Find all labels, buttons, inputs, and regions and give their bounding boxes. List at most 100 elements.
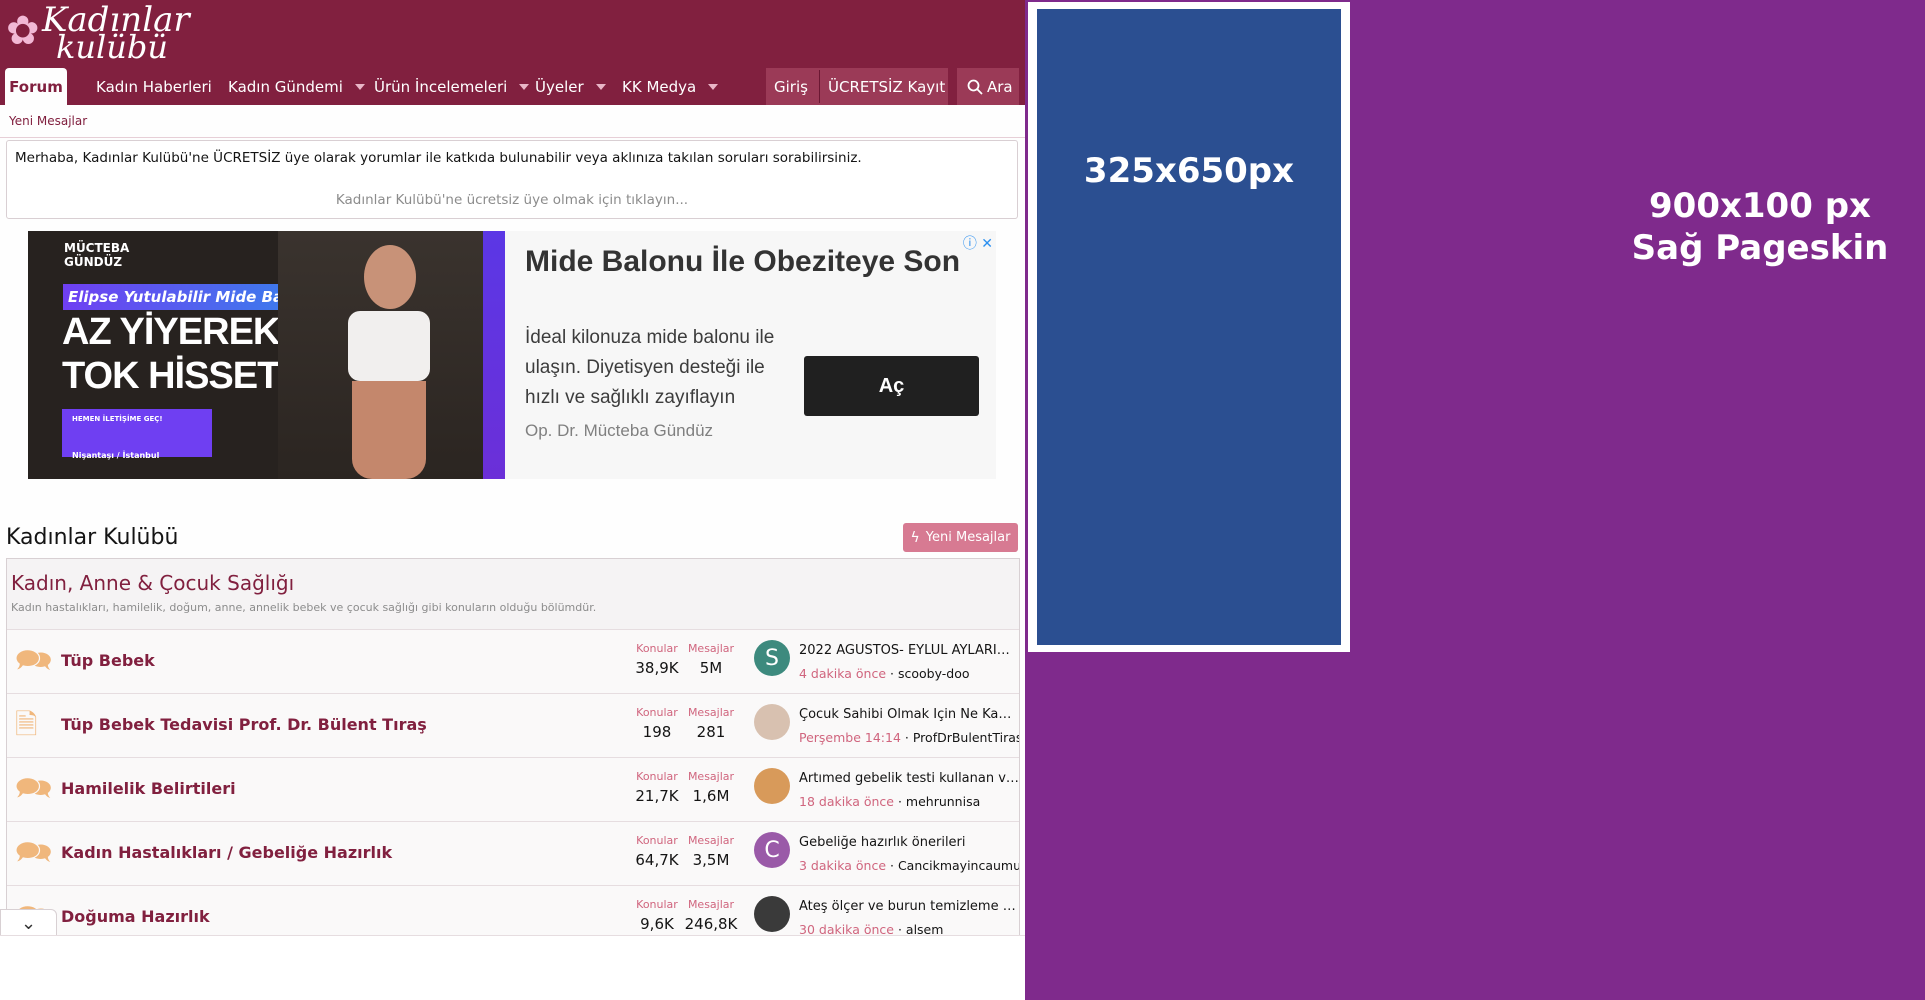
ad-headline-1: AZ YİYEREK: [62, 311, 280, 353]
category-description: Kadın hastalıkları, hamilelik, doğum, an…: [11, 601, 597, 614]
ad-edge: [483, 231, 505, 479]
latest-time[interactable]: 18 dakika önce: [799, 794, 894, 809]
flower-icon: ✿: [6, 8, 40, 54]
forum-title[interactable]: Tüp Bebek: [61, 651, 155, 670]
category-title[interactable]: Kadın, Anne & Çocuk Sağlığı: [11, 571, 294, 595]
avatar[interactable]: S: [754, 640, 790, 676]
tab-kadin-haberleri[interactable]: Kadın Haberleri: [96, 68, 212, 105]
forum-row[interactable]: 🗪Doğuma HazırlıkKonular9,6KMesajlar246,8…: [7, 886, 1019, 940]
posts-label: Mesajlar: [687, 898, 735, 911]
search-icon: [967, 79, 983, 95]
sub-nav: Yeni Mesajlar: [0, 105, 1025, 138]
threads-count: 198: [642, 723, 672, 741]
latest-user[interactable]: mehrunnisa: [906, 794, 980, 809]
ad-image[interactable]: MÜCTEBA GÜNDÜZ Elipse Yutulabilir Mide B…: [28, 231, 505, 479]
avatar[interactable]: [754, 768, 790, 804]
tab-label: Kadın Gündemi: [228, 77, 343, 96]
ad-sponsor: Op. Dr. Mücteba Gündüz: [525, 421, 714, 440]
latest-thread-title[interactable]: Ateş ölçer ve burun temizleme alıca...: [799, 899, 1019, 914]
chevron-down-icon[interactable]: [354, 83, 365, 90]
forum-row[interactable]: 🗎 Tüp Bebek Tedavisi Prof. Dr. Bülent Tır…: [7, 694, 1019, 758]
latest-meta: 4 dakika önce · scooby-doo: [799, 666, 970, 681]
threads-count: 64,7K: [635, 851, 679, 869]
chevron-down-icon[interactable]: ⌄: [0, 909, 57, 937]
document-icon: 🗎: [15, 708, 38, 741]
posts-count: 5M: [699, 659, 723, 677]
skyscraper-ad[interactable]: 325x650px: [1028, 2, 1350, 652]
chat-icon: 🗪: [15, 771, 53, 806]
threads-label: Konular: [636, 642, 678, 655]
divider: [819, 70, 820, 103]
chevron-down-icon[interactable]: [708, 83, 719, 90]
search-button[interactable]: Ara: [957, 68, 1019, 105]
latest-meta: 3 dakika önce · Cancikmayincaumutkesilme…: [799, 858, 1019, 873]
pageskin-label-line1: 900x100 px: [1649, 186, 1871, 226]
forum-title[interactable]: Doğuma Hazırlık: [61, 907, 210, 926]
model-image: [278, 231, 505, 479]
tab-urun-incelemeleri[interactable]: Ürün İncelemeleri: [374, 68, 530, 105]
posts-stat: Mesajlar 1,6M: [680, 770, 742, 805]
latest-thread-title[interactable]: Gebeliğe hazırlık önerileri: [799, 835, 1019, 850]
tab-label: Ürün İncelemeleri: [374, 77, 508, 96]
threads-label: Konular: [636, 706, 678, 719]
pageskin-label-line2: Sağ Pageskin: [1631, 228, 1889, 268]
tab-forum[interactable]: Forum: [5, 68, 67, 105]
posts-count: 246,8K: [684, 915, 738, 933]
skyscraper-ad-label: 325x650px: [1083, 151, 1295, 191]
model-top: [348, 311, 430, 381]
avatar[interactable]: C: [754, 832, 790, 868]
ad-title[interactable]: Mide Balonu İle Obeziteye Son: [525, 245, 960, 279]
tab-kk-medya[interactable]: KK Medya: [622, 68, 719, 105]
new-posts-button-label: Yeni Mesajlar: [925, 530, 1011, 545]
pageskin-label: 900x100 px Sağ Pageskin: [1620, 185, 1900, 269]
category-header: Kadın, Anne & Çocuk Sağlığı Kadın hastal…: [7, 559, 1019, 630]
ad-banner[interactable]: MÜCTEBA GÜNDÜZ Elipse Yutulabilir Mide B…: [28, 231, 996, 479]
login-link[interactable]: Giriş: [774, 78, 808, 96]
chevron-down-icon[interactable]: [519, 83, 530, 90]
avatar[interactable]: [754, 704, 790, 740]
latest-time[interactable]: 3 dakika önce: [799, 858, 886, 873]
tab-uyeler[interactable]: Üyeler: [535, 68, 606, 105]
ad-choices-icon[interactable]: ⓘ ✕: [963, 233, 993, 253]
latest-user[interactable]: scooby-doo: [898, 666, 970, 681]
chevron-down-icon[interactable]: [595, 83, 606, 90]
chat-icon: 🗪: [15, 835, 53, 870]
tab-label: Forum: [9, 77, 63, 96]
register-link[interactable]: ÜCRETSİZ Kayıt Ol: [821, 78, 950, 96]
latest-user[interactable]: ProfDrBulentTiras: [913, 730, 1019, 745]
threads-stat: Konular 64,7K: [626, 834, 688, 869]
ad-open-button[interactable]: Aç: [804, 356, 979, 416]
latest-thread-title[interactable]: Artımed gebelik testi kullanan var mı?: [799, 771, 1019, 786]
posts-label: Mesajlar: [687, 706, 735, 719]
latest-time[interactable]: Perşembe 14:14: [799, 730, 901, 745]
forum-row[interactable]: 🗪 Kadın Hastalıkları / Gebeliğe Hazırlık K…: [7, 822, 1019, 886]
forum-title[interactable]: Kadın Hastalıkları / Gebeliğe Hazırlık: [61, 843, 392, 862]
category-block: Kadın, Anne & Çocuk Sağlığı Kadın hastal…: [6, 558, 1020, 940]
ad-brand-line2: GÜNDÜZ: [64, 255, 123, 269]
avatar[interactable]: [754, 896, 790, 932]
block-title[interactable]: Kadınlar Kulübü: [6, 525, 178, 550]
forum-title[interactable]: Hamilelik Belirtileri: [61, 779, 236, 798]
posts-count: 281: [696, 723, 726, 741]
latest-time[interactable]: 4 dakika önce: [799, 666, 886, 681]
posts-stat: Mesajlar 281: [680, 706, 742, 741]
forum-title[interactable]: Tüp Bebek Tedavisi Prof. Dr. Bülent Tıra…: [61, 715, 427, 734]
register-notice-link[interactable]: Kadınlar Kulübü'ne ücretsiz üye olmak iç…: [7, 192, 1017, 208]
ad-contact-text: HEMEN İLETİŞİME GEÇ!: [72, 415, 163, 423]
notice-text: Merhaba, Kadınlar Kulübü'ne ÜCRETSİZ üye…: [15, 150, 862, 166]
forum-row[interactable]: 🗪 Hamilelik Belirtileri Konular 21,7K Mesajl…: [7, 758, 1019, 822]
chat-icon: 🗪: [15, 643, 53, 678]
new-posts-link[interactable]: Yeni Mesajlar: [9, 114, 87, 128]
main-nav: Forum Kadın Haberleri Kadın Gündemi Ürün…: [0, 68, 1025, 105]
latest-thread-title[interactable]: Çocuk Sahibi Olmak İçin Ne Kadar S...: [799, 707, 1019, 722]
forum-row[interactable]: 🗪 Tüp Bebek Konular 38,9K Mesajlar 5M S 2022 AĞ…: [7, 630, 1019, 694]
site-logo[interactable]: ✿ Kadınlar kulübü: [6, 0, 190, 66]
skyscraper-ad-inner: 325x650px: [1037, 9, 1341, 645]
threads-count: 9,6K: [640, 915, 674, 933]
forum-page: ✿ Kadınlar kulübü Forum Kadın Haberleri …: [0, 0, 1025, 940]
latest-user[interactable]: Cancikmayincaumutkesilmez: [898, 858, 1019, 873]
new-posts-button[interactable]: ϟ Yeni Mesajlar: [903, 523, 1018, 552]
threads-stat: Konular 38,9K: [626, 642, 688, 677]
tab-kadin-gundemi[interactable]: Kadın Gündemi: [228, 68, 365, 105]
latest-thread-title[interactable]: 2022 AĞUSTOS- EYLÜL AYLARINDA ...: [799, 643, 1019, 658]
